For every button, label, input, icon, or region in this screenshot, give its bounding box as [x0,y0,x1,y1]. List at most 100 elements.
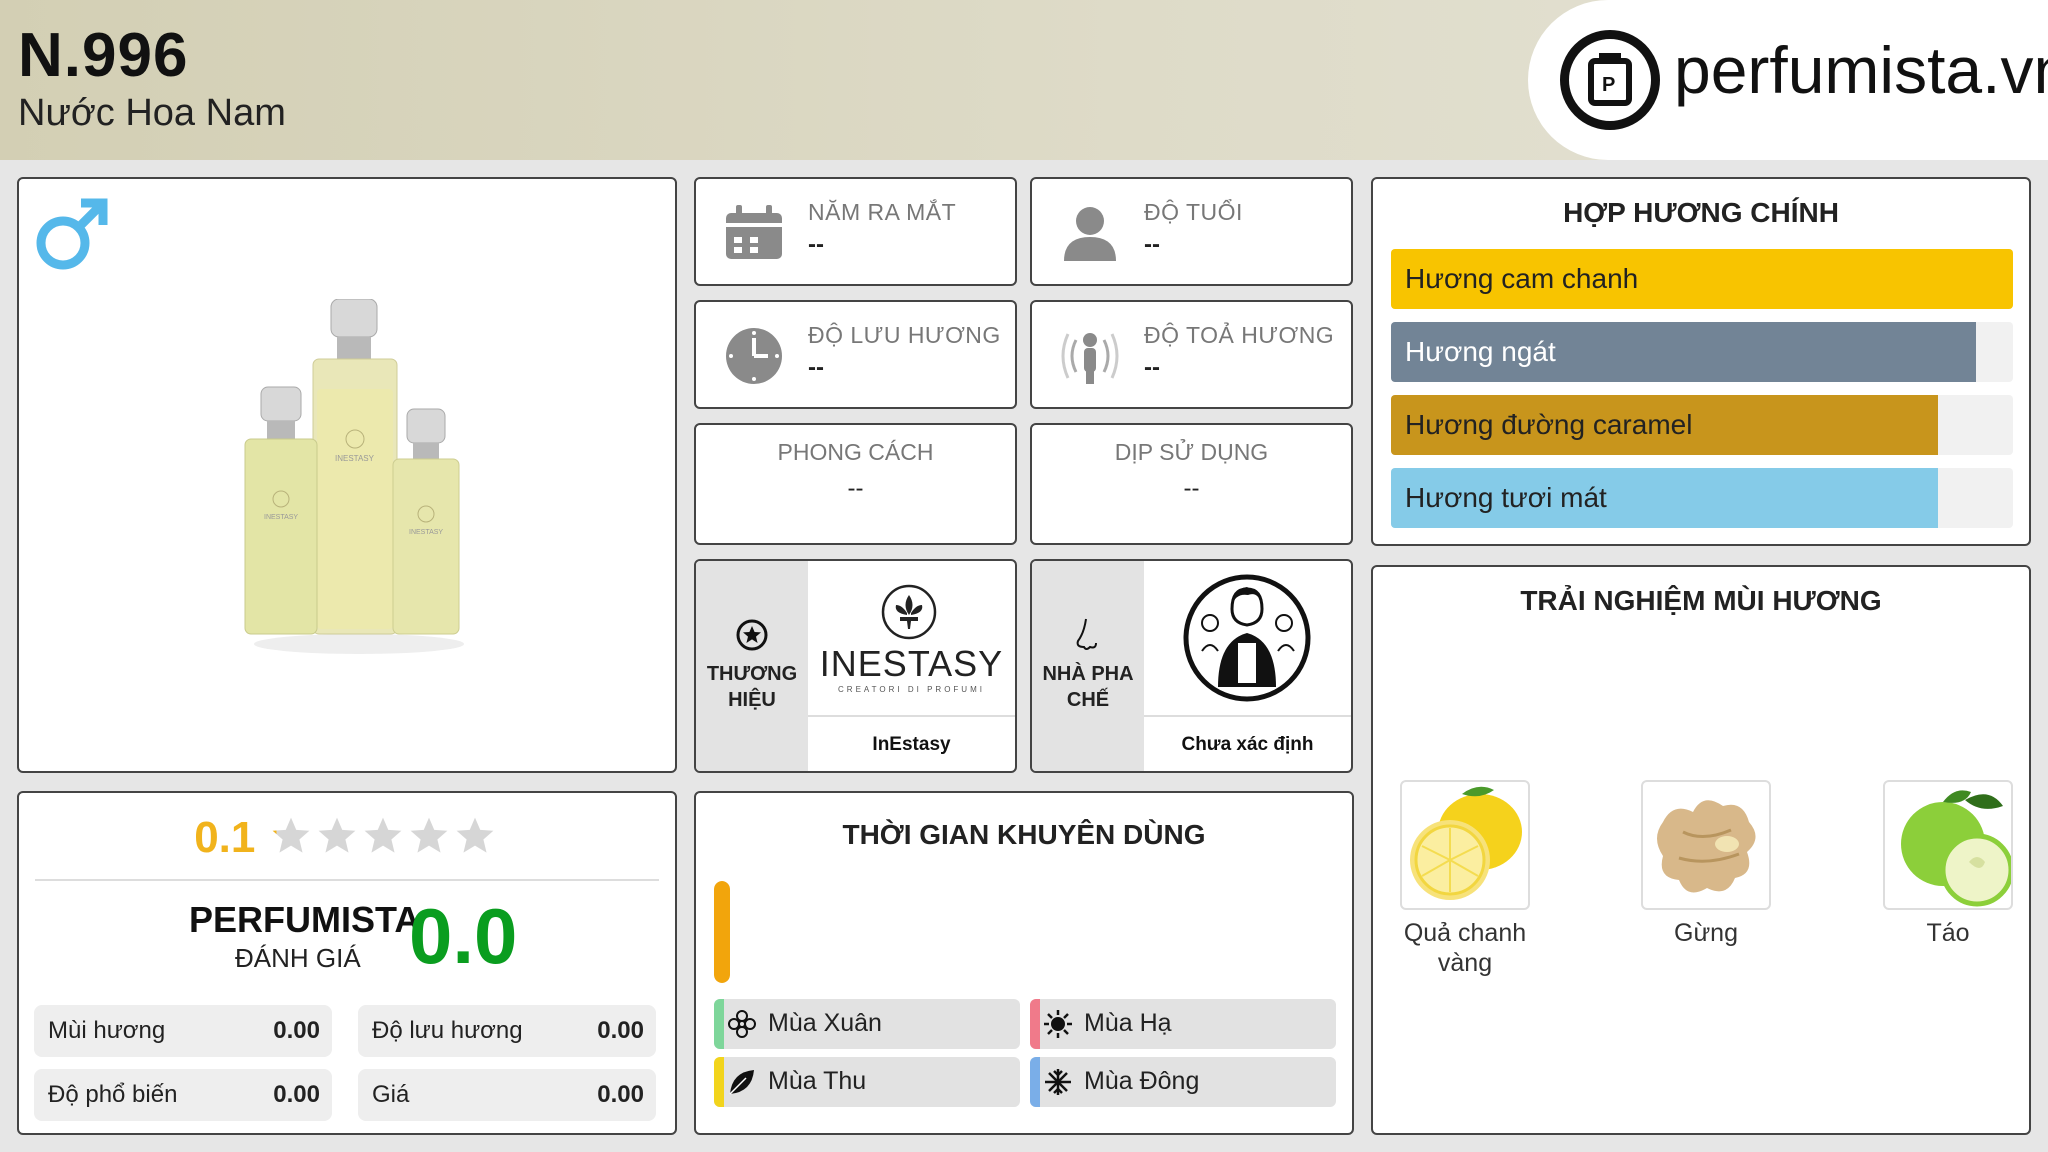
scent-experience-title: TRẢI NGHIỆM MÙI HƯƠNG [1520,585,1882,616]
metric-scent-label: Mùi hương [48,1017,166,1044]
calendar-icon [724,203,784,263]
brand-logo-name: INESTASY [819,643,1004,684]
age-card: ĐỘ TUỔI -- [1030,177,1353,286]
brand-side-label: THƯƠNG HIỆU [706,663,798,711]
metric-scent: Mùi hương 0.00 [34,1005,332,1057]
note-lemon-name: Quả chanh vàng [1403,919,1527,977]
leaf-icon [728,1068,756,1096]
day-night-track [714,881,730,983]
scent-experience-panel: TRẢI NGHIỆM MÙI HƯƠNG Quả chanh vàng Gừn… [1371,565,2031,1135]
flower-icon [728,1010,756,1038]
season-spring: Mùa Xuân [714,999,1020,1049]
season-summer-name: Mùa Hạ [1084,1009,1172,1037]
metric-popularity-label: Độ phổ biến [48,1081,178,1108]
sun-icon [1044,1010,1072,1038]
brand-side: THƯƠNG HIỆU [696,561,808,771]
accord-label: Hương cam chanh [1405,263,1639,294]
note-ginger[interactable]: Gừng [1641,780,1771,948]
accord-bar: Hương đường caramel [1391,395,2013,455]
perfumista-score: 0.0 [409,892,518,980]
note-apple[interactable]: Táo [1883,780,2013,948]
radiate-icon [1060,326,1120,386]
sillage-value: -- [1144,354,1160,381]
star-icon[interactable] [362,815,404,857]
season-autumn: Mùa Thu [714,1057,1020,1107]
accord-label: Hương đường caramel [1405,409,1693,440]
ginger-icon [1641,780,1771,910]
page-title: N.996 [18,21,189,90]
season-summer-strip [1030,999,1040,1049]
metric-price: Giá 0.00 [358,1069,656,1121]
perfumer-card[interactable]: NHÀ PHA CHẾ Chưa xác định [1030,559,1353,773]
accord-bar: Hương tươi mát [1391,468,2013,528]
star-icon[interactable] [316,815,358,857]
release-year-card: NĂM RA MẮT -- [694,177,1017,286]
age-value: -- [1144,231,1160,258]
star-circle-icon [736,619,768,651]
person-icon [1060,203,1120,263]
brand-logo-tagline: CREATORI DI PROFUMI [838,685,985,694]
page-subtitle: Nước Hoa Nam [18,92,286,134]
brand-logo: INESTASY CREATORI DI PROFUMI [808,561,1015,717]
metric-popularity-value: 0.00 [273,1081,320,1108]
recommended-time-title: THỜI GIAN KHUYÊN DÙNG [842,819,1206,850]
main-accords-title: HỢP HƯƠNG CHÍNH [1563,197,1839,228]
star-icon[interactable] [454,815,496,857]
style-label: PHONG CÁCH [777,439,934,465]
metric-longevity: Độ lưu hương 0.00 [358,1005,656,1057]
site-logo[interactable]: P perfumista.vn [1528,0,2048,160]
metric-popularity: Độ phổ biến 0.00 [34,1069,332,1121]
star-icon[interactable] [270,815,312,857]
longevity-card: ĐỘ LƯU HƯƠNG -- [694,300,1017,409]
brand-card[interactable]: THƯƠNG HIỆU INESTASY CREATORI DI PROFUMI… [694,559,1017,773]
star-rating[interactable] [270,815,500,862]
male-symbol-icon [33,193,113,273]
note-ginger-name: Gừng [1674,919,1738,947]
brand-name: InEstasy [808,715,1015,771]
perfumer-name: Chưa xác định [1144,715,1351,771]
star-icon[interactable] [408,815,450,857]
note-apple-name: Táo [1926,919,1970,947]
metric-longevity-label: Độ lưu hương [372,1017,523,1044]
season-winter-strip [1030,1057,1040,1107]
accord-label: Hương tươi mát [1405,482,1607,513]
season-spring-strip [714,999,724,1049]
season-winter: Mùa Đông [1030,1057,1336,1107]
longevity-value: -- [808,354,824,381]
lemon-icon [1400,780,1530,910]
occasion-value: -- [1183,475,1200,502]
occasion-label: DỊP SỬ DỤNG [1114,439,1269,465]
apple-icon [1883,780,2013,910]
clock-icon [724,326,784,386]
style-value: -- [847,475,864,502]
metric-scent-value: 0.00 [273,1017,320,1044]
rating-divider [35,879,659,881]
user-rating-score: 0.1 [194,813,256,862]
metric-price-value: 0.00 [597,1081,644,1108]
product-image-panel: INESTASY INESTASY INESTASY [17,177,677,773]
season-summer: Mùa Hạ [1030,999,1336,1049]
season-spring-name: Mùa Xuân [768,1009,882,1037]
note-lemon[interactable]: Quả chanh vàng [1400,780,1530,978]
sillage-label: ĐỘ TOẢ HƯƠNG [1144,322,1335,348]
bottle-label-left: INESTASY [264,514,298,521]
accord-label: Hương ngát [1405,336,1556,367]
accord-bar: Hương ngát [1391,322,2013,382]
accord-bar: Hương cam chanh [1391,249,2013,309]
metric-longevity-value: 0.00 [597,1017,644,1044]
release-year-label: NĂM RA MẮT [808,199,957,225]
occasion-card: DỊP SỬ DỤNG -- [1030,423,1353,545]
perfumer-side-label: NHÀ PHA CHẾ [1042,663,1134,711]
rating-panel: 0.1 PERFUMISTA ĐÁNH GIÁ 0.0 Mùi hương 0.… [17,791,677,1135]
product-bottles-image: INESTASY INESTASY INESTASY [239,298,479,659]
release-year-value: -- [808,231,824,258]
bottle-label-middle: INESTASY [335,454,375,463]
main-accords-panel: HỢP HƯƠNG CHÍNH Hương cam chanh Hương ngá… [1371,177,2031,546]
metric-price-label: Giá [372,1081,410,1108]
perfumista-label: PERFUMISTA [189,899,421,940]
longevity-label: ĐỘ LƯU HƯƠNG [808,322,1001,348]
user-rating-row[interactable]: 0.1 [19,813,675,863]
sillage-card: ĐỘ TOẢ HƯƠNG -- [1030,300,1353,409]
season-winter-name: Mùa Đông [1084,1067,1200,1095]
logo-text: perfumista.vn [1674,33,2048,107]
